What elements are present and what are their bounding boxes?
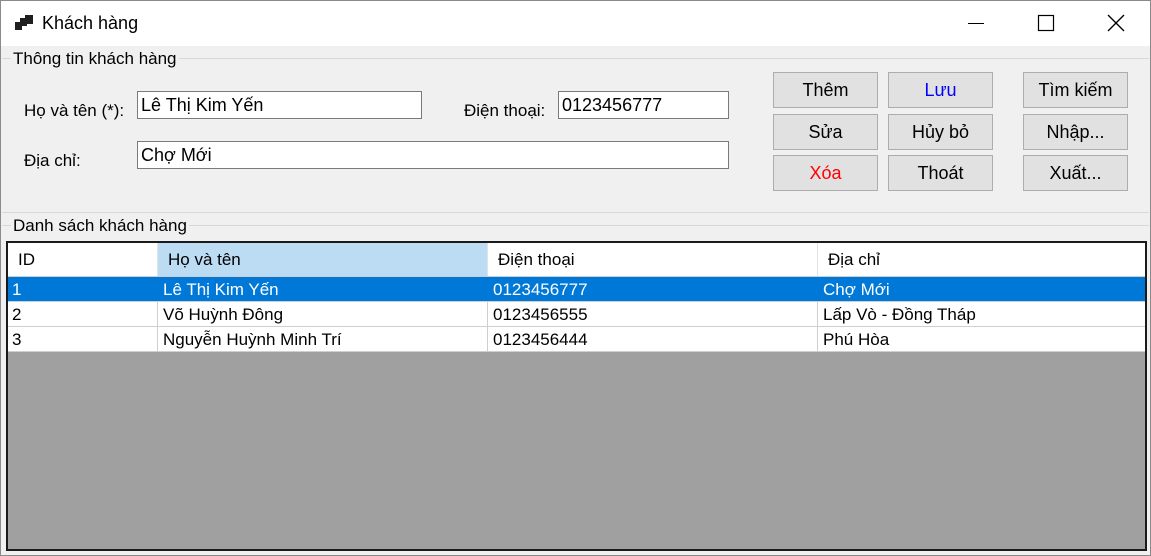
phone-input[interactable] (558, 91, 729, 119)
table-row[interactable]: 3 Nguyễn Huỳnh Minh Trí 0123456444 Phú H… (8, 327, 1145, 352)
grid-header: ID Họ và tên Điện thoại Địa chỉ (8, 243, 1145, 277)
cell-id[interactable]: 1 (8, 277, 158, 301)
cell-phone[interactable]: 0123456555 (488, 302, 818, 326)
app-window-icon (15, 15, 33, 31)
export-button[interactable]: Xuất... (1023, 155, 1128, 191)
column-header-phone[interactable]: Điện thoại (488, 243, 818, 276)
cell-address[interactable]: Phú Hòa (818, 327, 1145, 351)
table-row[interactable]: 1 Lê Thị Kim Yến 0123456777 Chợ Mới (8, 277, 1145, 302)
name-label: Họ và tên (*): (24, 101, 125, 120)
cell-id[interactable]: 3 (8, 327, 158, 351)
column-header-address[interactable]: Địa chỉ (818, 243, 1145, 276)
cell-address[interactable]: Lấp Vò - Đồng Tháp (818, 302, 1145, 326)
name-input[interactable] (137, 91, 422, 119)
cell-phone[interactable]: 0123456777 (488, 277, 818, 301)
search-button[interactable]: Tìm kiếm (1023, 72, 1128, 108)
cancel-button[interactable]: Hủy bỏ (888, 114, 993, 150)
address-input[interactable] (137, 141, 729, 169)
delete-button[interactable]: Xóa (773, 155, 878, 191)
cell-phone[interactable]: 0123456444 (488, 327, 818, 351)
address-label: Địa chỉ: (24, 151, 81, 170)
phone-label: Điện thoại: (464, 101, 546, 120)
import-button[interactable]: Nhập... (1023, 114, 1128, 150)
edit-button[interactable]: Sửa (773, 114, 878, 150)
add-button[interactable]: Thêm (773, 72, 878, 108)
cell-name[interactable]: Nguyễn Huỳnh Minh Trí (158, 327, 488, 351)
customer-window: Khách hàng Thông tin khách hàng Họ và tê… (0, 0, 1151, 556)
column-header-name[interactable]: Họ và tên (158, 243, 488, 276)
cell-address[interactable]: Chợ Mới (818, 277, 1145, 301)
close-button[interactable] (1081, 1, 1150, 46)
cell-name[interactable]: Lê Thị Kim Yến (158, 277, 488, 301)
cell-name[interactable]: Võ Huỳnh Đông (158, 302, 488, 326)
save-button[interactable]: Lưu (888, 72, 993, 108)
exit-button[interactable]: Thoát (888, 155, 993, 191)
maximize-button[interactable] (1011, 1, 1081, 46)
minimize-button[interactable] (941, 1, 1011, 46)
close-icon (1107, 14, 1125, 32)
cell-id[interactable]: 2 (8, 302, 158, 326)
window-title: Khách hàng (42, 13, 139, 33)
maximize-icon (1037, 14, 1055, 32)
title-bar[interactable]: Khách hàng (1, 1, 1150, 46)
customer-list-group-label: Danh sách khách hàng (11, 216, 189, 236)
customer-grid[interactable]: ID Họ và tên Điện thoại Địa chỉ 1 Lê Thị… (6, 241, 1147, 551)
column-header-id[interactable]: ID (8, 243, 158, 276)
minimize-icon (968, 23, 984, 24)
table-row[interactable]: 2 Võ Huỳnh Đông 0123456555 Lấp Vò - Đồng… (8, 302, 1145, 327)
customer-info-group-label: Thông tin khách hàng (11, 49, 179, 69)
